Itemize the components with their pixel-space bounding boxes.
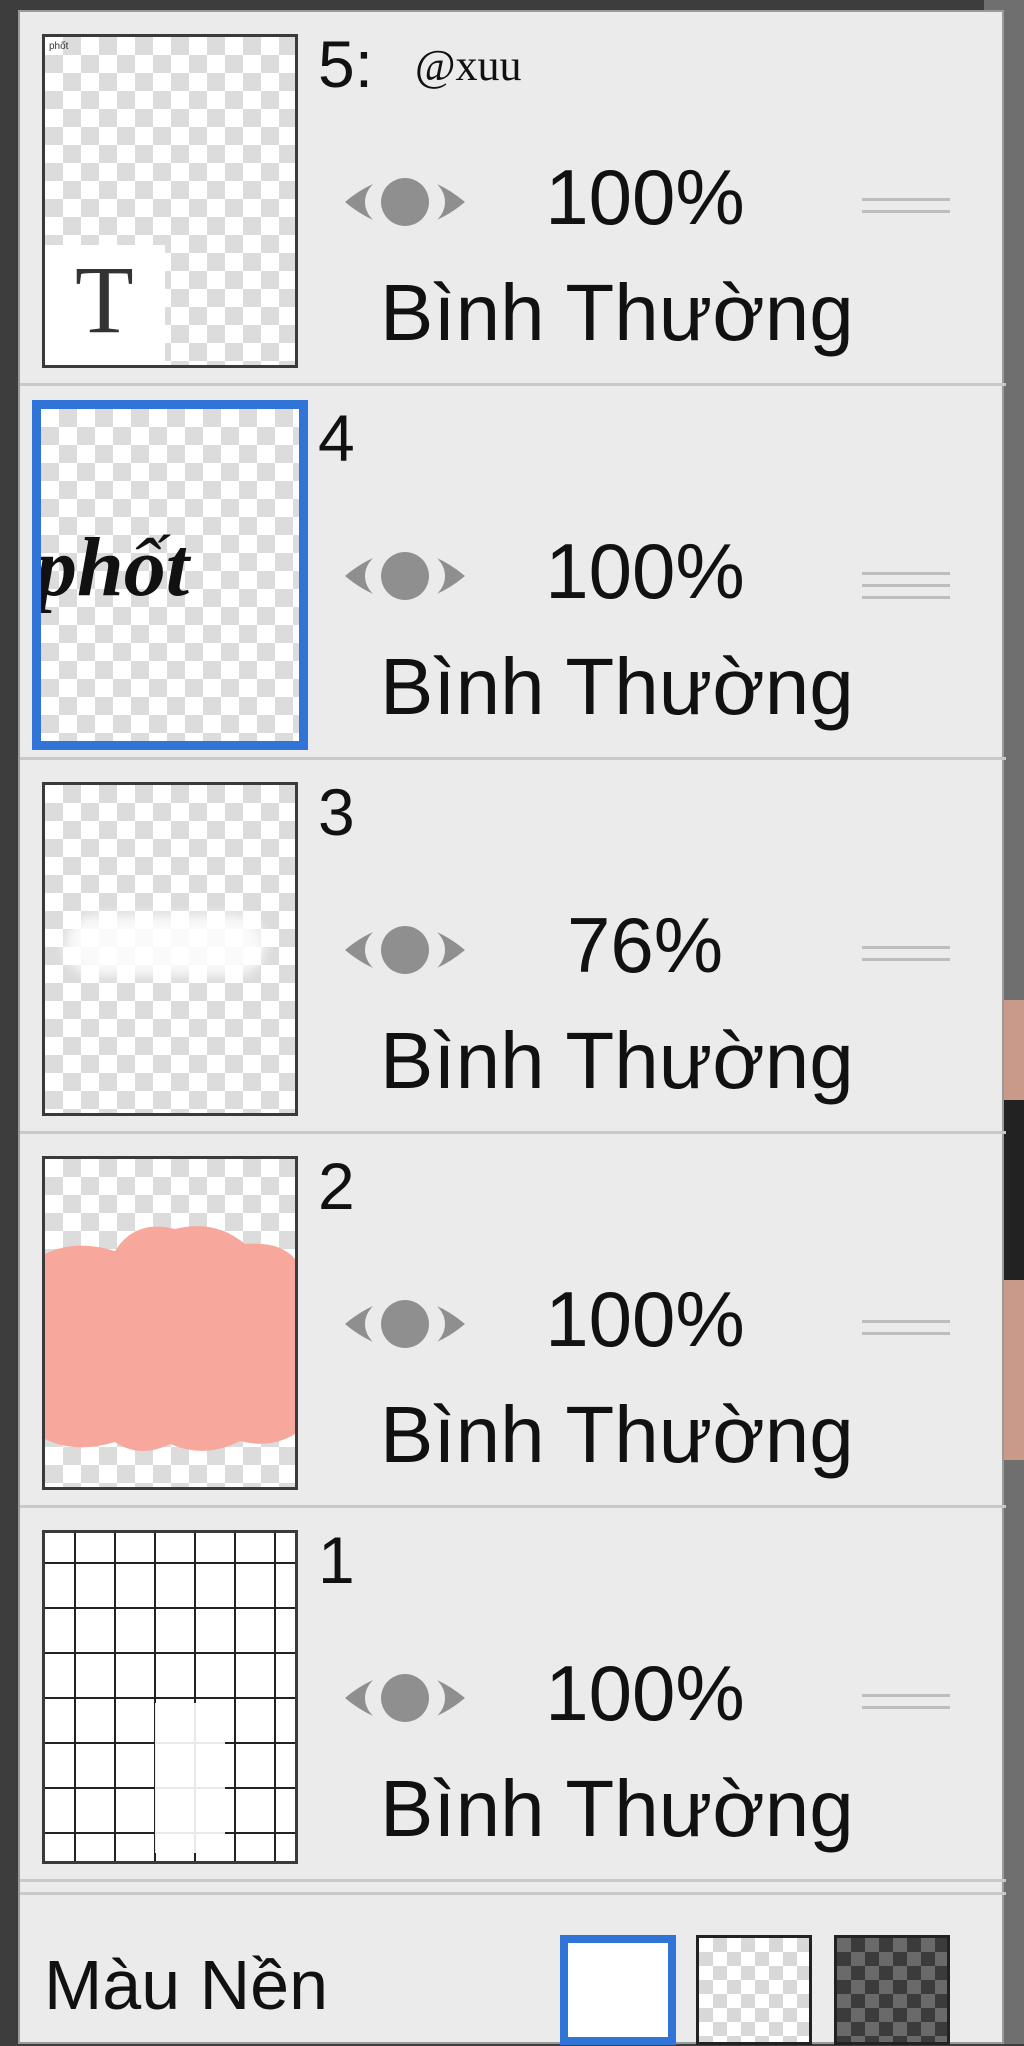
layer-number: 4 bbox=[318, 401, 355, 475]
background-swatch-white[interactable] bbox=[560, 1935, 676, 2045]
blend-mode[interactable]: Bình Thường bbox=[380, 1015, 854, 1107]
grid-pattern bbox=[45, 1533, 295, 1861]
layer-opacity[interactable]: 76% bbox=[480, 900, 810, 991]
peach-shape bbox=[45, 1226, 295, 1452]
eye-icon[interactable] bbox=[340, 1279, 470, 1369]
blend-mode[interactable]: Bình Thường bbox=[380, 1389, 854, 1481]
eye-icon[interactable] bbox=[340, 1653, 470, 1743]
eye-icon[interactable] bbox=[340, 157, 470, 247]
blend-mode[interactable]: Bình Thường bbox=[380, 1763, 854, 1855]
layer-thumbnail-4[interactable]: phốt bbox=[32, 400, 308, 750]
layer-number: 5: bbox=[318, 27, 374, 101]
layer-opacity[interactable]: 100% bbox=[480, 152, 810, 243]
layer-opacity[interactable]: 100% bbox=[480, 1648, 810, 1739]
background-color-row: Màu Nền bbox=[20, 1892, 1006, 2046]
drag-handle-icon[interactable] bbox=[862, 572, 950, 608]
lettering-thumbnail: phốt bbox=[35, 521, 190, 614]
layer-row-5[interactable]: phốt T 5: @xuu 100% Bình Thường bbox=[20, 12, 1006, 386]
layers-panel: phốt T 5: @xuu 100% Bình Thường phốt 4 1… bbox=[18, 10, 1006, 2046]
drag-handle-icon[interactable] bbox=[862, 198, 950, 222]
layer-number: 3 bbox=[318, 775, 355, 849]
eye-icon[interactable] bbox=[340, 905, 470, 995]
layer-row-1[interactable]: 1 100% Bình Thường bbox=[20, 1508, 1006, 1882]
layer-opacity[interactable]: 100% bbox=[480, 526, 810, 617]
blend-mode[interactable]: Bình Thường bbox=[380, 641, 854, 733]
layer-thumbnail-5[interactable]: phốt T bbox=[42, 34, 298, 368]
background-swatch-dark[interactable] bbox=[834, 1935, 950, 2045]
layer-row-3[interactable]: 3 76% Bình Thường bbox=[20, 760, 1006, 1134]
eye-icon[interactable] bbox=[340, 531, 470, 621]
drag-handle-icon[interactable] bbox=[862, 1320, 950, 1344]
background-color-label: Màu Nền bbox=[44, 1946, 329, 2024]
background-swatch-transparent[interactable] bbox=[696, 1935, 812, 2045]
blend-mode[interactable]: Bình Thường bbox=[380, 267, 854, 359]
drag-handle-icon[interactable] bbox=[862, 1694, 950, 1718]
layer-number: 2 bbox=[318, 1149, 355, 1223]
layer-row-4[interactable]: phốt 4 100% Bình Thường bbox=[20, 386, 1006, 760]
layer-thumbnail-3[interactable] bbox=[42, 782, 298, 1116]
layer-name: @xuu bbox=[415, 41, 522, 90]
layer-row-2[interactable]: 2 100% Bình Thường bbox=[20, 1134, 1006, 1508]
thumb-tiny-text: phốt bbox=[49, 41, 69, 52]
layer-thumbnail-1[interactable] bbox=[42, 1530, 298, 1864]
drag-handle-icon[interactable] bbox=[862, 946, 950, 970]
layer-thumbnail-2[interactable] bbox=[42, 1156, 298, 1490]
layer-opacity[interactable]: 100% bbox=[480, 1274, 810, 1365]
layer-number: 1 bbox=[318, 1523, 355, 1597]
text-layer-glyph: T bbox=[75, 246, 134, 353]
